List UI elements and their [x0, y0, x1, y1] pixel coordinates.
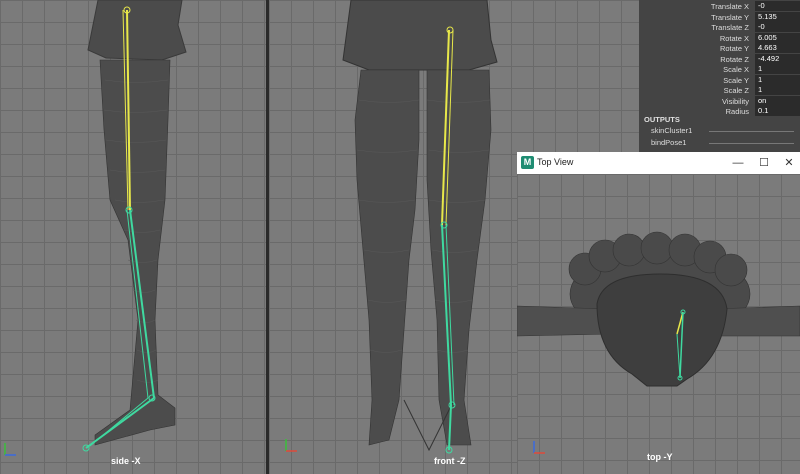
close-button[interactable]: ✕	[781, 155, 797, 171]
attr-value-field[interactable]: on	[755, 95, 800, 106]
attr-row-visibility: Visibility on	[639, 95, 800, 107]
front-camera-label: front -Z	[434, 456, 466, 466]
attr-value-field[interactable]: 1	[755, 64, 800, 74]
attr-label: Scale Z	[723, 86, 749, 95]
maya-app-icon: M	[521, 156, 534, 169]
attr-row-scale-x: Scale X 1	[639, 64, 800, 75]
side-view-model	[82, 0, 187, 452]
side-viewport[interactable]: side -X	[0, 0, 266, 474]
top-view-model	[517, 231, 800, 387]
attr-value-field[interactable]: -0	[755, 1, 800, 11]
attr-row-rotate-x: Rotate X 6.005	[639, 32, 800, 44]
attr-value-field[interactable]: 1	[755, 74, 800, 85]
front-axis-gizmo	[285, 439, 297, 452]
attr-row-scale-y: Scale Y 1	[639, 74, 800, 86]
attr-label: Rotate X	[719, 33, 749, 43]
side-camera-label: side -X	[111, 456, 141, 466]
attr-label: Radius	[725, 107, 749, 116]
attr-row-scale-z: Scale Z 1	[639, 85, 800, 96]
attr-row-translate-x: Translate X -0	[639, 1, 800, 12]
output-connection-line	[709, 131, 794, 132]
attr-label: Scale X	[723, 65, 749, 74]
attr-label: Translate X	[710, 2, 749, 11]
top-camera-label: top -Y	[647, 452, 673, 462]
attr-label: Scale Y	[723, 75, 749, 85]
attr-label: Translate Z	[711, 23, 749, 32]
side-axis-gizmo	[4, 443, 16, 456]
attr-value-field[interactable]: 6.005	[755, 32, 800, 43]
attr-value-field[interactable]: -0	[755, 22, 800, 32]
attr-label: Visibility	[722, 96, 749, 106]
attr-value-field[interactable]: -4.492	[755, 53, 800, 64]
output-connection-line	[709, 143, 794, 144]
top-axis-gizmo	[533, 441, 545, 454]
top-view-titlebar[interactable]: M Top View — ☐ ✕	[517, 152, 800, 175]
output-bindpose[interactable]: bindPose1	[651, 138, 686, 147]
attr-value-field[interactable]: 5.135	[755, 11, 800, 22]
attr-row-translate-z: Translate Z -0	[639, 22, 800, 33]
attr-row-translate-y: Translate Y 5.135	[639, 11, 800, 23]
attr-value-field[interactable]: 4.663	[755, 43, 800, 53]
attr-value-field[interactable]: 0.1	[755, 106, 800, 116]
attr-row-rotate-z: Rotate Z -4.492	[639, 53, 800, 65]
output-skincluster[interactable]: skinCluster1	[651, 126, 692, 135]
attr-label: Rotate Y	[719, 44, 749, 53]
attr-label: Translate Y	[711, 12, 749, 22]
attr-row-radius: Radius 0.1	[639, 106, 800, 117]
minimize-button[interactable]: —	[730, 155, 746, 171]
attr-label: Rotate Z	[720, 54, 749, 64]
attribute-editor-panel: OUTPUTS skinCluster1 bindPose1 Translate…	[639, 0, 800, 152]
attr-value-field[interactable]: 1	[755, 85, 800, 95]
window-title: Top View	[537, 157, 574, 167]
attr-row-rotate-y: Rotate Y 4.663	[639, 43, 800, 54]
top-viewport[interactable]: top -Y	[517, 174, 800, 474]
maximize-button[interactable]: ☐	[756, 155, 772, 171]
